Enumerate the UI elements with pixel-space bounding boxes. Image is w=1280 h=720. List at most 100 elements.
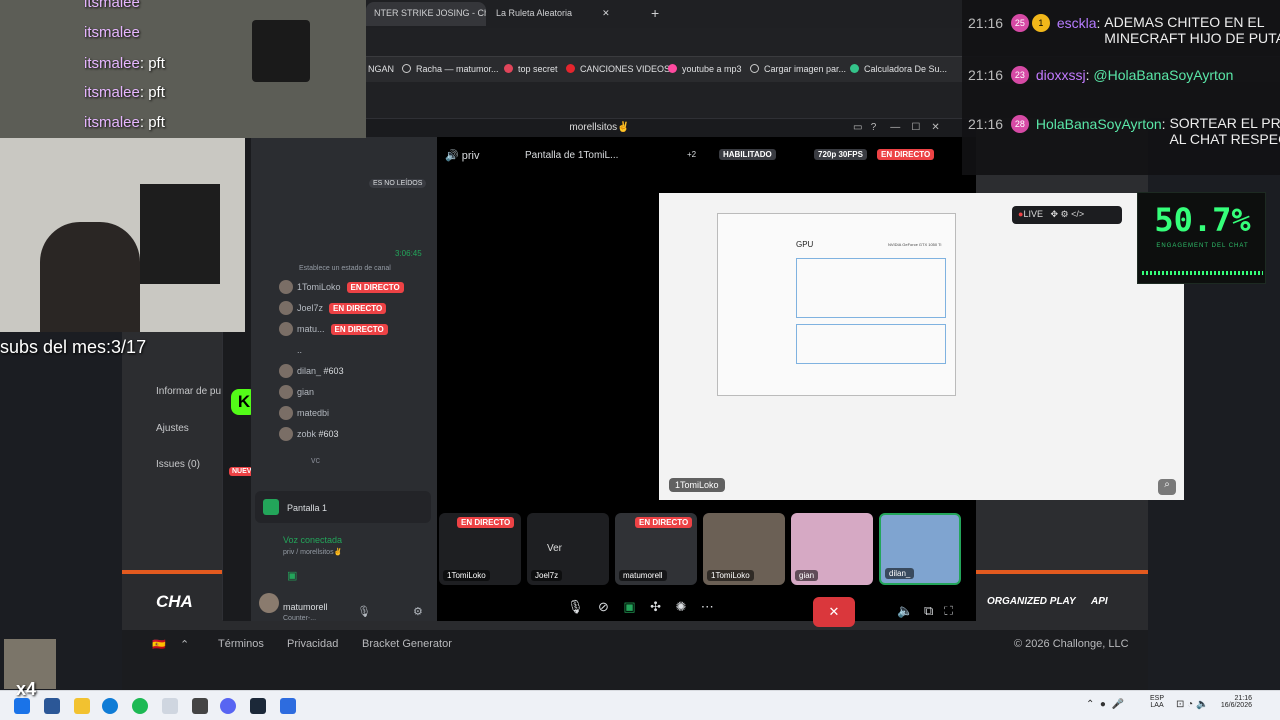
tab-challonge[interactable]: NTER STRIKE JOSING - Challo xyxy=(366,2,486,26)
share-screen-icon[interactable]: ▣ xyxy=(623,599,635,614)
footer-privacy-link[interactable]: Privacidad xyxy=(287,638,338,650)
sidebar-report[interactable]: Informar de pu xyxy=(156,386,221,397)
lang-layout: LAA xyxy=(1150,702,1164,709)
tab-ruleta[interactable]: La Ruleta Aleatoria ✕ xyxy=(488,2,643,26)
code-icon[interactable]: </> xyxy=(1071,209,1084,219)
close-icon[interactable]: ✕ xyxy=(602,8,610,18)
gpu-name: NVIDIA GeForce GTX 1050 Ti xyxy=(888,242,942,247)
bookmark-item[interactable]: NGAN xyxy=(368,64,394,74)
sub-badge: 1 xyxy=(1031,14,1050,32)
clock[interactable]: 21:16 16/6/2026 xyxy=(1212,695,1252,709)
tray-icons[interactable]: ⌃ ● 🎤 xyxy=(1086,699,1124,710)
chat-time: 21:16 xyxy=(968,15,1004,31)
avatar xyxy=(279,364,293,378)
video-tile[interactable]: 1TomiLoko xyxy=(703,513,785,585)
app-icon[interactable] xyxy=(162,698,178,714)
footer-bracket-link[interactable]: Bracket Generator xyxy=(362,638,452,650)
stage-channel[interactable]: 🔊 priv xyxy=(445,149,480,162)
view-controls[interactable]: 🔈 ⧉ ⛶ xyxy=(897,603,953,619)
window-controls[interactable]: ▭ ? — ☐ ✕ xyxy=(853,122,940,133)
chat-user: dioxxssj xyxy=(1035,67,1086,83)
chevron-up-icon[interactable]: ⌃ xyxy=(180,638,189,651)
bookmark-item[interactable]: top secret xyxy=(504,64,558,74)
nav-organized-play[interactable]: ORGANIZED PLAY xyxy=(987,596,1076,607)
tile-name: dilan_ xyxy=(885,568,915,579)
voice-member[interactable]: .. xyxy=(297,345,302,355)
bookmark-item[interactable]: Calculadora De Su... xyxy=(850,64,947,74)
avatar[interactable] xyxy=(259,593,279,613)
start-icon[interactable] xyxy=(14,698,30,714)
bookmark-label: top secret xyxy=(518,64,558,74)
voice-member[interactable]: zobk #603 xyxy=(297,429,339,439)
video-tile[interactable]: dilan_ xyxy=(879,513,961,585)
unread-banner[interactable]: ES NO LEÍDOS xyxy=(369,179,427,188)
move-icon[interactable]: ✥ xyxy=(1050,209,1058,219)
voice-member[interactable]: Joel7z EN DIRECTO xyxy=(297,303,387,314)
bookmark-item[interactable]: Cargar imagen par... xyxy=(750,64,846,74)
steam-icon[interactable] xyxy=(250,698,266,714)
vc-channel[interactable]: vc xyxy=(311,455,320,465)
spotify-icon[interactable] xyxy=(132,698,148,714)
leave-call-button[interactable]: ✕ xyxy=(813,597,855,627)
bookmark-item[interactable]: youtube a mp3 xyxy=(668,64,742,74)
screen-share-panel[interactable]: Pantalla 1 xyxy=(255,491,431,523)
mic-icon[interactable]: 🎙 xyxy=(567,599,584,614)
bookmark-item[interactable]: CANCIONES VIDEOS xyxy=(566,64,670,74)
overlay-user: itsmalee xyxy=(84,55,140,72)
voice-member[interactable]: gian xyxy=(297,387,314,397)
live-label: LIVE xyxy=(1023,209,1043,219)
shared-screen[interactable]: GPU NVIDIA GeForce GTX 1050 Ti 1TomiLoko… xyxy=(659,193,1184,500)
voice-member[interactable]: matu... EN DIRECTO xyxy=(297,324,388,335)
folder-icon[interactable] xyxy=(74,698,90,714)
nav-api[interactable]: API xyxy=(1091,596,1108,607)
video-tile[interactable]: EN DIRECTO 1TomiLoko xyxy=(439,513,521,585)
gear-icon[interactable]: ⚙ xyxy=(413,605,423,618)
watch-button[interactable]: Ver xyxy=(547,543,562,554)
member-tag: #603 xyxy=(318,429,339,439)
video-tile[interactable]: EN DIRECTO matumorell xyxy=(615,513,697,585)
tile-name: 1TomiLoko xyxy=(707,570,754,581)
calculator-icon xyxy=(850,64,859,73)
store-icon[interactable] xyxy=(44,698,60,714)
copyright: © 2026 Challonge, LLC xyxy=(1014,638,1129,650)
app-icon[interactable] xyxy=(192,698,208,714)
zoom-icon[interactable]: ⌕ xyxy=(1158,479,1176,495)
system-icons[interactable]: ⊡ ◔ 🔈 xyxy=(1176,699,1208,710)
voice-member[interactable]: matedbi xyxy=(297,408,329,418)
overlay-text: pft xyxy=(148,55,165,72)
soundboard-icon[interactable]: ✺ xyxy=(675,599,686,614)
bookmark-label: Racha — matumor... xyxy=(416,64,499,74)
video-tile[interactable]: gian xyxy=(791,513,873,585)
shirt-image xyxy=(140,184,220,284)
tile-name: Joel7z xyxy=(531,570,563,581)
voice-channel-name[interactable]: priv / morellsitos✌ xyxy=(283,548,342,556)
sidebar-settings[interactable]: Ajustes xyxy=(156,423,189,434)
new-tab-button[interactable]: + xyxy=(648,2,668,26)
voice-member[interactable]: 1TomiLoko EN DIRECTO xyxy=(297,282,404,293)
discord-window: morellsitos✌ ▭ ? — ☐ ✕ K NUEVO ES NO LEÍ… xyxy=(222,118,1184,627)
overlay-message: itsmalee xyxy=(84,0,140,11)
share-screen-button[interactable]: ▣ xyxy=(287,569,297,582)
language-flag[interactable]: 🇪🇸 xyxy=(152,638,166,651)
bookmark-label: youtube a mp3 xyxy=(682,64,742,74)
language-indicator[interactable]: ESP LAA xyxy=(1150,695,1164,709)
more-icon[interactable]: ⋯ xyxy=(701,599,714,614)
call-controls: 🎙 ⊘ ▣ ✣ ✺ ⋯ xyxy=(567,599,714,615)
footer-terms-link[interactable]: Términos xyxy=(218,638,264,650)
shirt-image xyxy=(252,20,310,82)
activities-icon[interactable]: ✣ xyxy=(650,599,661,614)
live-indicator[interactable]: ●LIVE xyxy=(1018,209,1043,219)
video-tile[interactable]: Ver Joel7z xyxy=(527,513,609,585)
camera-off-icon[interactable]: ⊘ xyxy=(598,599,609,614)
discord-icon[interactable] xyxy=(220,698,236,714)
app-icon[interactable] xyxy=(280,698,296,714)
mic-icon[interactable]: 🎙 xyxy=(357,605,371,618)
sidebar-issues[interactable]: Issues (0) xyxy=(156,459,200,470)
channel-status-prompt[interactable]: Establece un estado de canal xyxy=(299,265,391,272)
challonge-logo[interactable]: CHA xyxy=(156,592,193,612)
edge-icon[interactable] xyxy=(102,698,118,714)
voice-member[interactable]: dilan_ #603 xyxy=(297,366,344,376)
settings-icon[interactable]: ⚙ xyxy=(1061,209,1069,219)
bookmark-item[interactable]: Racha — matumor... xyxy=(402,64,499,74)
member-name: 1TomiLoko xyxy=(297,282,341,292)
